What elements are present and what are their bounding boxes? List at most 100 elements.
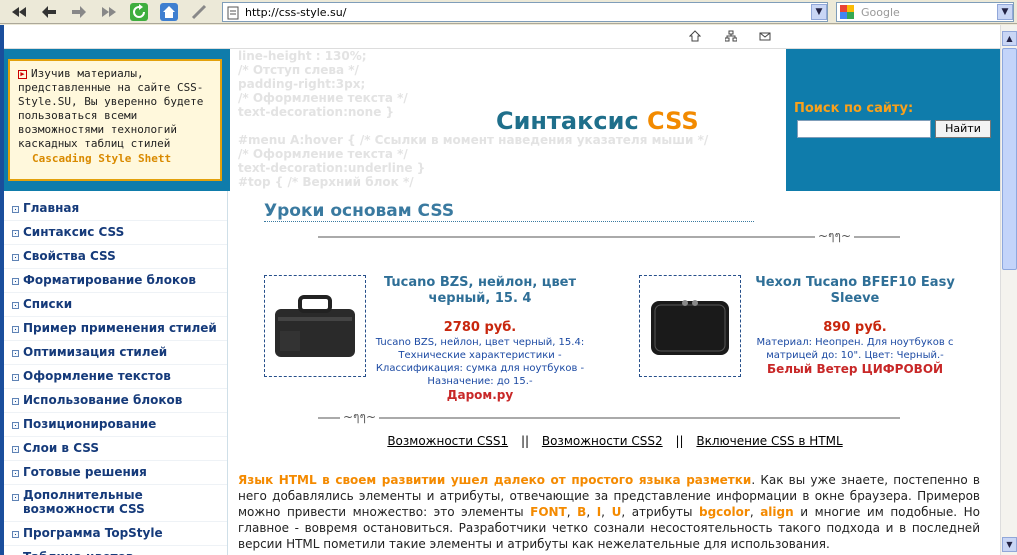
bullet-icon <box>12 446 19 453</box>
link-separator: || <box>520 434 530 448</box>
page-title: Уроки основам CSS <box>264 201 755 222</box>
chevron-down-icon[interactable]: ▼ <box>997 4 1013 20</box>
fast-forward-icon[interactable] <box>98 2 120 22</box>
menu-item[interactable]: Слои в CSS <box>4 437 227 461</box>
menu-item-label: Пример применения стилей <box>23 321 217 335</box>
product-price: 890 руб. <box>823 320 887 335</box>
menu-item[interactable]: Свойства CSS <box>4 245 227 269</box>
menu-item[interactable]: Главная <box>4 197 227 221</box>
product-description: Tucano BZS, нейлон, цвет черный, 15.4: Т… <box>375 337 585 387</box>
menu-item-label: Слои в CSS <box>23 441 99 455</box>
address-bar[interactable]: http://css-style.su/ ▼ <box>222 2 828 22</box>
ornament-icon: ~ๆๆ~ <box>815 230 854 242</box>
bullet-icon <box>12 422 19 429</box>
menu-item[interactable]: Оптимизация стилей <box>4 341 227 365</box>
code-line: line-height : 130%; <box>238 49 367 63</box>
product-image[interactable] <box>264 275 366 377</box>
paragraph-text: , <box>586 505 597 519</box>
notice-text: Изучив материалы, представленные на сайт… <box>18 67 204 150</box>
product-description: Материал: Неопрен. Для ноутбуков с матри… <box>756 337 954 361</box>
menu-item[interactable]: Форматирование блоков <box>4 269 227 293</box>
css-links-row: Возможности CSS1 || Возможности CSS2 || … <box>230 434 1000 448</box>
reload-button[interactable] <box>128 2 150 22</box>
forward-button[interactable] <box>68 2 90 22</box>
menu-item[interactable]: Оформление текстов <box>4 365 227 389</box>
bullet-icon <box>12 470 19 477</box>
bullet-icon <box>12 374 19 381</box>
keyword: U <box>611 505 622 519</box>
ornament-icon: ~ๆๆ~ <box>340 411 379 423</box>
link-css2[interactable]: Возможности CSS2 <box>542 434 663 448</box>
product-image[interactable] <box>639 275 741 377</box>
menu-item-label: Синтаксис CSS <box>23 225 125 239</box>
code-line: #top { /* Верхний блок */ <box>238 175 414 189</box>
pencil-icon[interactable] <box>188 2 210 22</box>
menu-item-label: Готовые решения <box>23 465 147 479</box>
bullet-icon <box>12 230 19 237</box>
bullet-icon <box>12 302 19 309</box>
paragraph-lead: Язык HTML в своем развитии ушел далеко о… <box>238 473 752 487</box>
keyword: align <box>760 505 794 519</box>
scroll-up-icon[interactable]: ▲ <box>1002 31 1017 46</box>
bullet-icon: ▶ <box>18 70 27 79</box>
google-placeholder: Google <box>861 6 900 19</box>
code-line: /* Отступ слева */ <box>238 63 359 77</box>
link-include-css[interactable]: Включение CSS в HTML <box>696 434 842 448</box>
menu-item-label: Дополнительные возможности CSS <box>23 488 145 516</box>
keyword: bgcolor <box>699 505 750 519</box>
bullet-icon <box>12 206 19 213</box>
back-button[interactable] <box>38 2 60 22</box>
site-search: Поиск по сайту: Найти <box>794 101 994 138</box>
menu-item[interactable]: Дополнительные возможности CSS <box>4 485 227 522</box>
vertical-scrollbar[interactable]: ▲ ▼ <box>1000 25 1017 555</box>
page-viewport: ▶ Изучив материалы, представленные на сай… <box>0 25 1017 555</box>
scroll-down-icon[interactable]: ▼ <box>1002 537 1017 552</box>
menu-item-label: Таблица цветов <box>23 550 133 555</box>
search-input[interactable] <box>797 120 931 138</box>
scroll-thumb[interactable] <box>1002 48 1017 270</box>
ornament-divider <box>318 236 900 238</box>
paragraph-text: , атрибуты <box>621 505 699 519</box>
menu-item[interactable]: Готовые решения <box>4 461 227 485</box>
link-css1[interactable]: Возможности CSS1 <box>387 434 508 448</box>
rewind-icon[interactable] <box>8 2 30 22</box>
product-shop[interactable]: Даром.ру <box>374 388 586 402</box>
chevron-down-icon[interactable]: ▼ <box>811 4 827 20</box>
menu-item-label: Оптимизация стилей <box>23 345 168 359</box>
google-search-box[interactable]: Google ▼ <box>836 2 1014 22</box>
product-name[interactable]: Tucano BZS, нейлон, цвет черный, 15. 4 <box>374 275 586 307</box>
menu-item-label: Использование блоков <box>23 393 183 407</box>
menu-item-label: Форматирование блоков <box>23 273 196 287</box>
menu-item[interactable]: Списки <box>4 293 227 317</box>
menu-item[interactable]: Синтаксис CSS <box>4 221 227 245</box>
site-title[interactable]: Синтаксис CSS <box>496 107 699 135</box>
product-name[interactable]: Чехол Tucano BFEF10 Easy Sleeve <box>749 275 961 307</box>
product-shop[interactable]: Белый Ветер ЦИФРОВОЙ <box>749 362 961 376</box>
bullet-icon <box>12 531 19 538</box>
paragraph-text: , <box>566 505 578 519</box>
bullet-icon <box>12 494 19 501</box>
home-button[interactable] <box>158 2 180 22</box>
mail-icon[interactable] <box>758 30 772 44</box>
product-card[interactable]: Tucano BZS, нейлон, цвет черный, 15. 4 2… <box>264 275 604 405</box>
search-button[interactable]: Найти <box>935 120 991 138</box>
bullet-icon <box>12 254 19 261</box>
banner: line-height : 130%;/* Отступ слева */pad… <box>230 49 786 191</box>
paragraph-text: , <box>601 505 612 519</box>
menu-item[interactable]: Использование блоков <box>4 389 227 413</box>
menu-item-label: Оформление текстов <box>23 369 171 383</box>
code-line: /* Оформление текста */ <box>238 147 408 161</box>
top-icon-bar <box>4 25 1000 49</box>
home-icon[interactable] <box>688 30 702 44</box>
menu-item[interactable]: Таблица цветов <box>4 546 227 555</box>
sitemap-icon[interactable] <box>724 30 738 44</box>
bullet-icon <box>12 278 19 285</box>
keyword: B <box>577 505 587 519</box>
site-header: ▶ Изучив материалы, представленные на сай… <box>4 49 1000 191</box>
menu-item[interactable]: Позиционирование <box>4 413 227 437</box>
link-separator: || <box>675 434 684 448</box>
menu-item[interactable]: Программа TopStyle <box>4 522 227 546</box>
bullet-icon <box>12 350 19 357</box>
product-card[interactable]: Чехол Tucano BFEF10 Easy Sleeve 890 руб.… <box>639 275 979 405</box>
menu-item[interactable]: Пример применения стилей <box>4 317 227 341</box>
